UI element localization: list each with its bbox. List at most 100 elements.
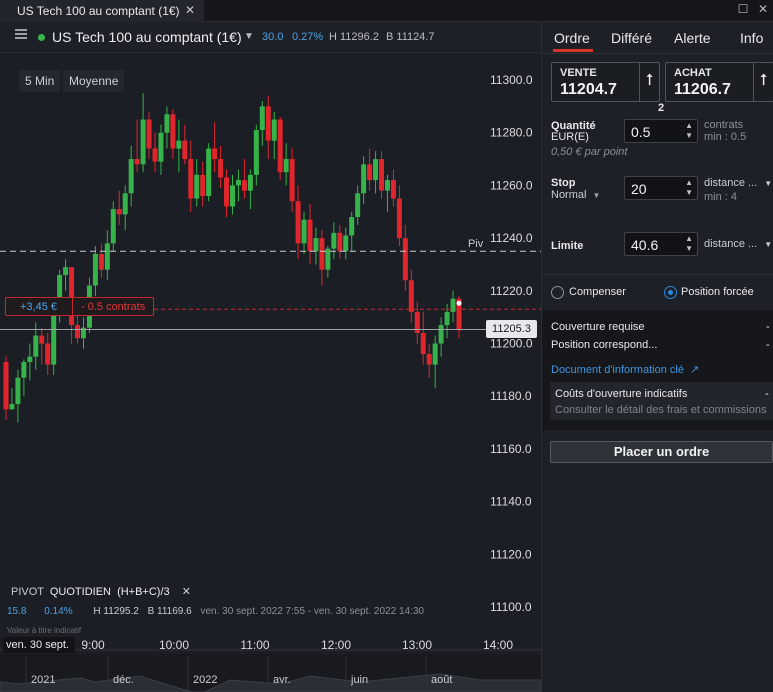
tab-ordre[interactable]: Ordre [554,30,590,46]
forced-position-label[interactable]: Position forcée [681,286,754,298]
x-tick-label: 10:00 [159,638,189,652]
candle-body [343,235,349,252]
chevron-down-icon: ▼ [764,179,773,188]
forced-position-radio[interactable] [664,286,677,299]
timeframe-button[interactable]: 5 Min [19,70,61,92]
tab-close-icon[interactable]: ✕ [185,3,195,17]
stepper-arrows-icon[interactable]: ▲ ▼ [685,178,693,198]
stop-type-select[interactable]: Normal ▼ [551,189,600,201]
place-order-button[interactable]: Placer un ordre [550,441,773,463]
indicator-percent: 0.14% [44,606,73,617]
y-tick-label: 11180.0 [490,389,532,403]
tab-alerte[interactable]: Alerte [674,30,711,46]
indicator-button[interactable]: Moyenne [63,70,125,92]
kid-document-label: Document d'information clé [551,364,684,376]
instrument-name[interactable]: US Tech 100 au comptant (1€) [52,29,242,45]
candle-body [337,232,343,252]
candle-body [265,106,271,141]
candle-body [92,253,98,286]
y-tick-label: 11260.0 [490,178,533,192]
candle-body [373,159,379,181]
candle-body [295,201,301,244]
candle-body [432,343,438,365]
limit-mode-select[interactable]: distance ... ▼ [704,238,772,250]
candle-body [379,159,385,191]
overview-label: 2022 [193,674,217,686]
chevron-down-icon[interactable]: ▼ [244,31,254,42]
candle-body [98,253,104,270]
indicator-name: PIVOT [11,586,44,598]
buy-button[interactable]: ACHAT 11206.7 ⭡ [665,62,773,102]
candle-body [277,119,283,173]
compensate-radio[interactable] [551,286,564,299]
stop-min: min : 4 [704,191,738,203]
compensate-label[interactable]: Compenser [569,286,626,298]
candle-body [420,332,426,355]
candle-body [253,130,259,175]
chevron-down-icon: ▼ [764,240,773,249]
overview-label: 2021 [31,674,55,686]
buy-label: ACHAT [674,67,712,79]
x-tick-label: 13:00 [402,638,432,652]
stepper-arrows-icon[interactable]: ▲ ▼ [685,121,693,141]
sell-button[interactable]: VENTE 11204.7 ⭡ [551,62,660,102]
costs-value: - [765,388,769,400]
indicator-formula: (H+B+C)/3 [117,586,170,598]
candle-body [158,132,164,162]
quantity-min: min : 0.5 [704,131,747,143]
candle-body [426,354,432,365]
kid-document-link[interactable]: Document d'information clé ↗ [551,363,699,376]
window-tab-title: US Tech 100 au comptant (1€) [17,4,180,18]
position-tag[interactable]: +3,45 € - 0.5 contrats [5,297,154,316]
candle-body [75,325,81,339]
candle-body [45,343,51,365]
stepper-arrows-icon[interactable]: ▲ ▼ [685,234,693,254]
window-tab[interactable]: US Tech 100 au comptant (1€) ✕ [0,0,204,22]
candle-body [27,356,33,362]
indicator-note: Valeur à titre indicatif [7,626,82,635]
indicator-low: B 11169.6 [147,606,192,617]
candle-body [361,164,367,194]
last-price-dot [456,300,462,306]
pivot-label: Piv [468,238,484,250]
quantity-stepper[interactable]: 0.5 ▲ ▼ [624,119,698,143]
y-tick-label: 11200.0 [490,337,533,351]
close-window-icon[interactable]: ✕ [754,2,772,18]
stop-distance-stepper[interactable]: 20 ▲ ▼ [624,176,698,200]
candle-body [110,209,116,244]
candle-body [194,174,200,199]
stop-mode-select[interactable]: distance ... ▼ [704,177,772,189]
candle-body [331,232,337,249]
candle-body [289,159,295,202]
indicator-values: 15.8 0.14% H 11295.2 B 11169.6 ven. 30 s… [7,606,424,617]
current-price-label: 11205.3 [486,320,537,338]
candle-body [444,311,450,326]
candle-body [390,180,396,199]
candle-body [176,140,182,149]
x-tick-label: 9:00 [81,638,105,652]
change-points: 30.0 [262,31,284,43]
tab-info[interactable]: Info [740,30,763,46]
candle-body [218,159,224,178]
candle-body [367,164,373,181]
costs-detail-link[interactable]: Consulter le détail des frais et commiss… [555,404,767,416]
indicator-close-icon[interactable]: ✕ [182,586,191,598]
candle-body [134,159,140,165]
candle-body [206,148,212,196]
indicator-period: QUOTIDIEN [49,586,111,598]
maximize-icon[interactable]: ☐ [734,2,752,18]
candle-body [140,119,146,165]
menu-icon[interactable] [15,29,27,39]
limit-distance-stepper[interactable]: 40.6 ▲ ▼ [624,232,698,256]
tab-differe[interactable]: Différé [611,30,652,46]
position-pnl: +3,45 € [20,301,58,313]
chart-area[interactable]: 2021 déc. 2022 avr. juin août 11300.0 11280.0 1… [0,54,541,692]
candle-body [283,159,289,173]
y-tick-label: 11140.0 [490,495,532,509]
arrow-up-icon: ⭡ [753,63,773,101]
limit-value: 40.6 [631,237,659,253]
position-value: - [766,339,770,351]
candle-body [307,219,313,252]
candle-body [9,404,15,410]
costs-box[interactable]: Coûts d'ouverture indicatifs - Consulter… [550,382,773,420]
